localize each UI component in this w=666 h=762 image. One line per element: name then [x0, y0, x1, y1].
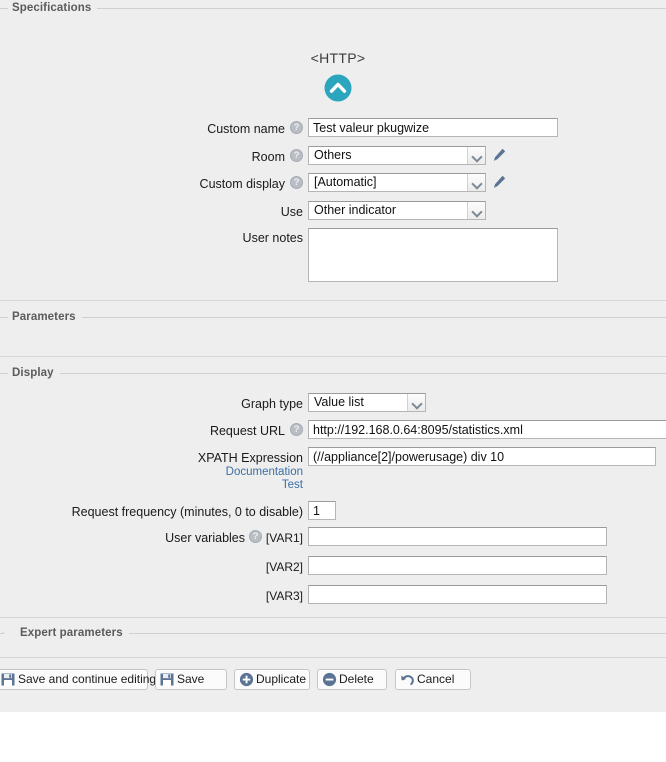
section-title-display: Display: [8, 365, 60, 382]
delete-button[interactable]: Delete: [317, 669, 387, 690]
form-panel: Specifications <HTTP> Custom name ? Room…: [0, 0, 666, 712]
label-xpath-expression: XPATH Expression: [197, 451, 303, 465]
custom-display-select-value: [Automatic]: [314, 175, 377, 189]
section-title-parameters: Parameters: [8, 309, 82, 326]
xpath-expression-input[interactable]: [308, 447, 656, 466]
section-rule: [0, 317, 666, 318]
divider-parameters-top: [0, 300, 666, 301]
save-label: Save: [177, 672, 205, 686]
use-select-value: Other indicator: [314, 203, 396, 217]
use-select[interactable]: Other indicator: [308, 201, 486, 220]
chevron-down-icon[interactable]: [407, 394, 425, 411]
chevron-up-circle-icon[interactable]: [324, 74, 352, 102]
cancel-button[interactable]: Cancel: [395, 669, 471, 690]
duplicate-label: Duplicate: [256, 672, 307, 686]
delete-label: Delete: [339, 672, 374, 686]
help-icon-custom-name[interactable]: ?: [290, 121, 303, 134]
var2-input[interactable]: [308, 556, 607, 575]
label-use: Use: [280, 205, 303, 219]
floppy-disk-icon: [160, 672, 175, 687]
cancel-label: Cancel: [417, 672, 455, 686]
plus-circle-icon: [239, 672, 254, 687]
var3-input[interactable]: [308, 585, 607, 604]
section-header-specifications: Specifications: [0, 0, 666, 18]
divider-buttonbar-top: [0, 657, 666, 658]
divider-expert-top: [0, 617, 666, 618]
help-icon-room[interactable]: ?: [290, 149, 303, 162]
section-header-expert[interactable]: Expert parameters: [0, 625, 666, 643]
save-button[interactable]: Save: [155, 669, 227, 690]
minus-circle-icon: [322, 672, 337, 687]
var1-input[interactable]: [308, 527, 607, 546]
label-custom-display: Custom display: [199, 177, 285, 191]
custom-display-select[interactable]: [Automatic]: [308, 173, 486, 192]
help-icon-custom-display[interactable]: ?: [290, 176, 303, 189]
label-request-url: Request URL: [209, 424, 285, 438]
section-title-specifications: Specifications: [8, 0, 98, 17]
label-custom-name: Custom name: [207, 122, 285, 136]
save-and-continue-editing-button[interactable]: Save and continue editing: [0, 669, 156, 690]
request-url-input[interactable]: [308, 420, 666, 439]
pencil-icon-room[interactable]: [491, 147, 507, 163]
label-graph-type: Graph type: [241, 397, 303, 411]
section-header-parameters: Parameters: [0, 309, 666, 327]
floppy-disk-icon: [1, 672, 16, 687]
room-select[interactable]: Others: [308, 146, 486, 165]
pencil-icon-custom-display[interactable]: [491, 174, 507, 190]
documentation-link[interactable]: Documentation: [183, 466, 303, 479]
label-user-notes: User notes: [242, 231, 303, 245]
save-and-continue-editing-label: Save and continue editing: [18, 672, 157, 686]
label-var2: [VAR2]: [265, 560, 303, 574]
divider-display-top: [0, 356, 666, 357]
graph-type-select-value: Value list: [314, 395, 364, 409]
chevron-down-icon[interactable]: [467, 202, 485, 219]
section-header-display: Display: [0, 365, 666, 383]
help-icon-request-url[interactable]: ?: [290, 423, 303, 436]
label-room: Room: [251, 150, 285, 164]
label-var3: [VAR3]: [265, 589, 303, 603]
graph-type-select[interactable]: Value list: [308, 393, 426, 412]
device-configuration-page: Specifications <HTTP> Custom name ? Room…: [0, 0, 666, 762]
room-select-value: Others: [314, 148, 352, 162]
user-notes-textarea[interactable]: [308, 228, 558, 282]
label-var1: [VAR1]: [265, 531, 303, 545]
chevron-down-icon[interactable]: [467, 147, 485, 164]
undo-arrow-icon: [400, 672, 415, 687]
request-frequency-input[interactable]: [308, 501, 336, 520]
duplicate-button[interactable]: Duplicate: [234, 669, 310, 690]
chevron-down-icon[interactable]: [467, 174, 485, 191]
device-type-title: <HTTP>: [310, 50, 366, 66]
label-request-frequency: Request frequency (minutes, 0 to disable…: [71, 505, 303, 519]
test-link[interactable]: Test: [183, 479, 303, 492]
custom-name-input[interactable]: [308, 118, 558, 137]
section-title-expert: Expert parameters: [4, 625, 129, 642]
section-rule: [0, 8, 666, 9]
section-rule: [0, 373, 666, 374]
